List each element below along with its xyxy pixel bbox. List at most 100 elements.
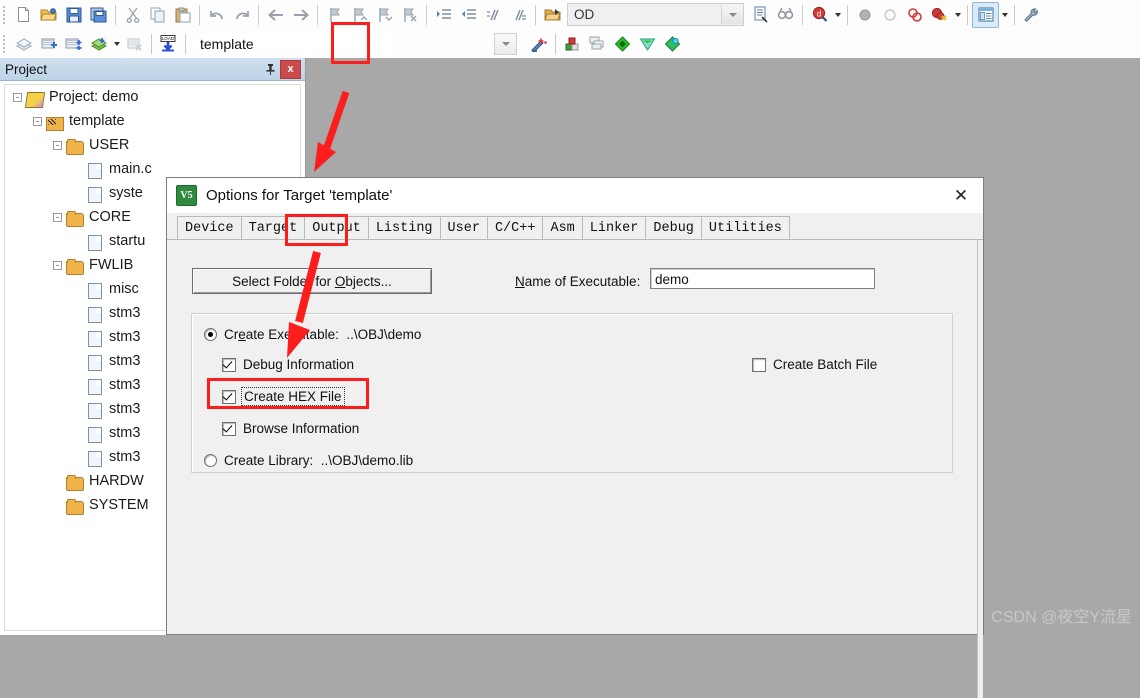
paste-icon[interactable] — [170, 3, 195, 27]
bookmark-clear-icon[interactable] — [397, 3, 422, 27]
window-layout-dropdown[interactable] — [999, 3, 1010, 27]
create-batch-file-checkbox[interactable] — [752, 357, 766, 372]
tree-expander[interactable]: - — [53, 212, 66, 222]
project-panel-title: Project — [5, 61, 48, 77]
tree-item[interactable]: - USER — [5, 133, 300, 157]
close-icon[interactable]: ✕ — [939, 179, 983, 213]
toolbar-grip[interactable] — [2, 3, 8, 26]
folder-icon — [66, 498, 84, 515]
create-library-radio-row[interactable]: Create Library: ..\OBJ\demo.lib — [204, 453, 413, 468]
debug-information-checkbox[interactable] — [222, 357, 236, 372]
build-icon[interactable] — [36, 32, 61, 56]
tree-item-label: USER — [89, 137, 130, 153]
breakpoint-dropdown[interactable] — [952, 3, 963, 27]
batch-build-dropdown[interactable] — [111, 32, 122, 56]
project-icon — [24, 90, 46, 108]
create-executable-radio[interactable] — [204, 328, 217, 341]
tree-item-label: SYSTEM — [89, 497, 149, 513]
configure-icon[interactable] — [1019, 3, 1044, 27]
select-software-packs-icon[interactable] — [660, 32, 685, 56]
tree-item-label: HARDW — [89, 473, 144, 489]
insert-file-icon[interactable] — [748, 3, 773, 27]
search-combo[interactable]: OD — [567, 3, 744, 26]
redo-icon[interactable] — [229, 3, 254, 27]
dialog-titlebar: V5 Options for Target 'template' ✕ — [167, 178, 983, 213]
file-icon — [86, 402, 103, 419]
tab-asm[interactable]: Asm — [542, 216, 583, 239]
breakpoint-disable-icon[interactable] — [877, 3, 902, 27]
tab-utilities[interactable]: Utilities — [700, 216, 790, 239]
tree-item[interactable]: - Project: demo — [5, 85, 300, 109]
multi-project-icon[interactable] — [585, 32, 610, 56]
manage-components-icon[interactable] — [560, 32, 585, 56]
uncomment-icon[interactable] — [506, 3, 531, 27]
navigate-forward-icon[interactable] — [288, 3, 313, 27]
name-of-executable-input[interactable]: demo — [650, 268, 875, 289]
target-combo-dropdown[interactable] — [494, 32, 517, 55]
outdent-icon[interactable] — [456, 3, 481, 27]
stop-build-icon[interactable] — [122, 32, 147, 56]
tree-expander[interactable]: - — [53, 260, 66, 270]
toolbar-separator — [967, 4, 968, 25]
tab-label: C/C++ — [494, 220, 536, 236]
breakpoint-icon[interactable] — [852, 3, 877, 27]
tree-item-label: main.c — [109, 161, 152, 177]
tree-expander[interactable]: - — [53, 140, 66, 150]
breakpoint-kill-icon[interactable] — [902, 3, 927, 27]
create-library-radio[interactable] — [204, 454, 217, 467]
cut-icon[interactable] — [120, 3, 145, 27]
manage-run-time-icon[interactable] — [635, 32, 660, 56]
save-icon[interactable] — [61, 3, 86, 27]
svg-text:LOAD: LOAD — [162, 36, 175, 41]
undo-icon[interactable] — [204, 3, 229, 27]
tree-item[interactable]: - template — [5, 109, 300, 133]
debug-find-icon[interactable]: d — [807, 3, 832, 27]
tree-item-label: stm3 — [109, 449, 141, 465]
translate-icon[interactable] — [11, 32, 36, 56]
toolbar-separator — [199, 4, 200, 25]
comment-icon[interactable] — [481, 3, 506, 27]
copy-icon[interactable] — [145, 3, 170, 27]
close-panel-button[interactable]: x — [280, 59, 301, 79]
tab-linker[interactable]: Linker — [581, 216, 647, 239]
download-icon[interactable]: LOAD — [156, 32, 181, 56]
breakpoint-removeall-icon[interactable] — [927, 3, 952, 27]
tab-user[interactable]: User — [439, 216, 488, 239]
toolbar-grip[interactable] — [2, 32, 8, 55]
browse-information-row[interactable]: Browse Information — [222, 421, 359, 436]
pin-icon[interactable] — [260, 60, 280, 78]
tab-listing[interactable]: Listing — [367, 216, 441, 239]
browse-information-label: Browse Information — [243, 421, 360, 436]
keil-logo-icon: V5 — [176, 185, 197, 206]
window-layout-icon[interactable] — [972, 1, 999, 28]
toolbar-separator — [1014, 4, 1015, 25]
browse-information-checkbox[interactable] — [222, 421, 236, 436]
tab-device[interactable]: Device — [177, 216, 242, 239]
pack-installer-icon[interactable] — [610, 32, 635, 56]
create-batch-file-row[interactable]: Create Batch File — [752, 357, 877, 372]
bookmark-next-icon[interactable] — [372, 3, 397, 27]
tree-expander[interactable]: - — [13, 92, 26, 102]
open-folder-icon[interactable] — [540, 3, 565, 27]
tab-c-c[interactable]: C/C++ — [486, 216, 544, 239]
new-file-icon[interactable] — [11, 3, 36, 27]
target-options-icon[interactable] — [526, 32, 551, 56]
find-in-files-icon[interactable] — [773, 3, 798, 27]
navigate-back-icon[interactable] — [263, 3, 288, 27]
tab-debug[interactable]: Debug — [645, 216, 702, 239]
debug-find-dropdown[interactable] — [832, 3, 843, 27]
toolbar-separator — [317, 4, 318, 25]
rebuild-icon[interactable] — [61, 32, 86, 56]
toolbar-separator — [847, 4, 848, 25]
batch-build-icon[interactable] — [86, 32, 111, 56]
tree-item-label: template — [69, 113, 125, 129]
open-file-icon[interactable] — [36, 3, 61, 27]
indent-icon[interactable] — [431, 3, 456, 27]
tree-expander[interactable]: - — [33, 116, 46, 126]
search-combo-dropdown[interactable] — [721, 5, 743, 24]
save-all-icon[interactable] — [86, 3, 111, 27]
tree-item-label: stm3 — [109, 425, 141, 441]
